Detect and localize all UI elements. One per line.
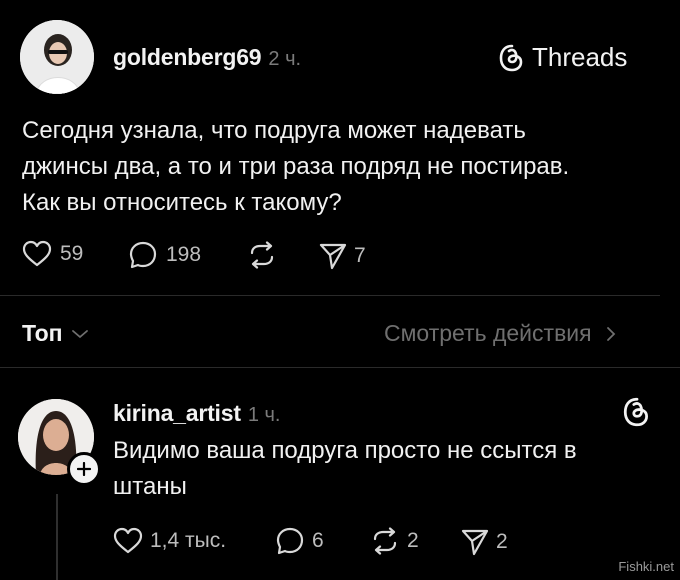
reply-share-count: 2	[496, 530, 508, 553]
post-like-button[interactable]: 59	[22, 240, 83, 268]
post-text-line: джинсы два, а то и три раза подряд не по…	[22, 153, 570, 180]
divider	[0, 367, 680, 368]
reply-comment-count: 6	[312, 529, 324, 552]
plus-icon	[77, 462, 91, 476]
share-icon	[461, 529, 489, 556]
post-comment-button[interactable]: 198	[128, 240, 201, 270]
post-author-avatar[interactable]	[20, 20, 94, 94]
reply-threads-icon[interactable]	[622, 396, 652, 433]
view-activity-link[interactable]: Смотреть действия	[384, 320, 618, 347]
reply-like-count: 1,4 тыс.	[150, 529, 227, 552]
post-time: 2 ч.	[268, 48, 302, 70]
reply-repost-button[interactable]: 2	[369, 527, 419, 555]
threads-logo-icon	[499, 44, 523, 71]
avatar-photo	[20, 20, 94, 94]
post-text-line: Сегодня узнала, что подруга может надева…	[22, 117, 526, 144]
view-activity-label: Смотреть действия	[384, 320, 592, 346]
reply-text-line: штаны	[113, 473, 187, 500]
reply-username[interactable]: kirina_artist	[113, 400, 241, 427]
reply-repost-count: 2	[407, 529, 419, 552]
threads-brand[interactable]: Threads	[498, 42, 627, 73]
reply-comment-button[interactable]: 6	[275, 526, 324, 556]
follow-button[interactable]	[67, 452, 101, 486]
divider	[0, 295, 660, 296]
sort-label: Топ	[22, 320, 63, 346]
comment-icon	[276, 527, 304, 555]
reply-share-button[interactable]: 2	[460, 528, 508, 556]
post-share-button[interactable]: 7	[318, 242, 366, 270]
heart-icon	[22, 240, 52, 267]
reply-text: Видимо ваша подруга просто не ссытся в ш…	[113, 433, 663, 505]
watermark: Fishki.net	[618, 559, 674, 574]
post-header: goldenberg69 2 ч.	[113, 44, 301, 71]
post-text: Сегодня узнала, что подруга может надева…	[22, 113, 662, 221]
reply-like-button[interactable]: 1,4 тыс.	[113, 527, 226, 555]
post-repost-button[interactable]	[246, 241, 278, 269]
repost-icon	[373, 527, 397, 555]
threads-logo-icon	[623, 397, 648, 427]
threads-label: Threads	[532, 42, 628, 72]
post-share-count: 7	[354, 244, 366, 267]
repost-icon	[250, 241, 274, 269]
share-icon	[319, 243, 347, 270]
comment-icon	[129, 241, 157, 269]
reply-time: 1 ч.	[247, 404, 281, 426]
post-text-line: Как вы относитесь к такому?	[22, 189, 342, 216]
chevron-down-icon	[71, 329, 88, 338]
reply-header: kirina_artist 1 ч.	[113, 400, 280, 427]
heart-icon	[113, 527, 143, 554]
sort-dropdown[interactable]: Топ	[22, 320, 89, 347]
chevron-right-icon	[606, 326, 615, 341]
reply-text-line: Видимо ваша подруга просто не ссытся в	[113, 437, 577, 464]
post-like-count: 59	[60, 242, 84, 265]
reply-thread-line	[56, 494, 58, 580]
post-comment-count: 198	[166, 243, 202, 266]
post-username[interactable]: goldenberg69	[113, 44, 262, 71]
